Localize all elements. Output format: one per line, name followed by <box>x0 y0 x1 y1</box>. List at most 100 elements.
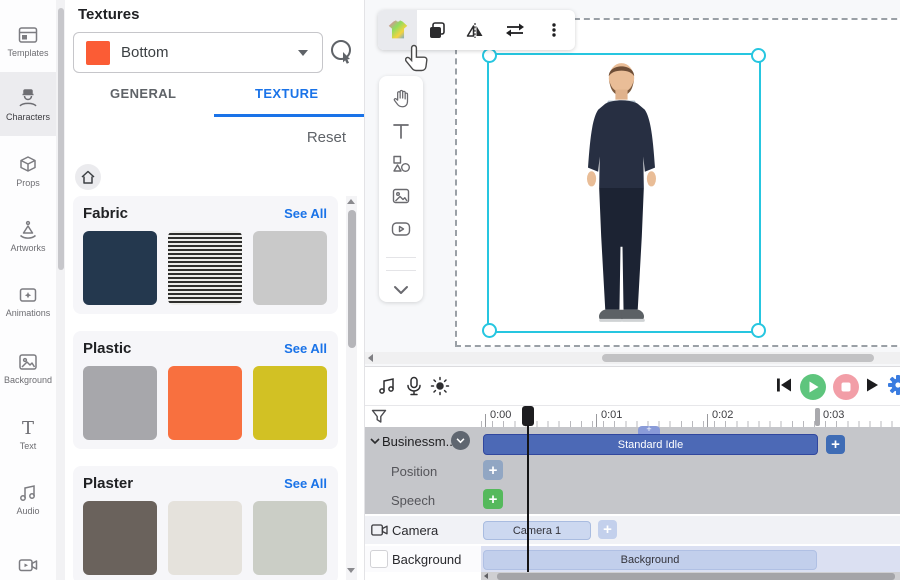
background-track: Background Background <box>365 546 900 572</box>
canvas-tools <box>379 76 423 302</box>
scroll-up-icon[interactable] <box>347 199 355 204</box>
selection-handle-tl[interactable] <box>482 48 497 63</box>
camera-bar[interactable]: Camera 1 <box>483 521 591 540</box>
selection-handle-bl[interactable] <box>482 323 497 338</box>
tab-texture[interactable]: TEXTURE <box>255 86 318 101</box>
filter-funnel-icon[interactable] <box>371 409 387 429</box>
see-all-link[interactable]: See All <box>284 341 327 356</box>
pan-tool-button[interactable] <box>379 82 423 115</box>
sidebar-item-video[interactable] <box>0 534 56 580</box>
texture-swatch-plaster-white[interactable] <box>168 501 242 575</box>
swap-button[interactable] <box>495 10 534 50</box>
add-position-button[interactable]: + <box>483 460 503 480</box>
track-label-background[interactable]: Background <box>392 552 461 567</box>
home-button[interactable] <box>75 164 101 190</box>
brightness-button[interactable] <box>428 374 452 398</box>
textures-panel: Textures Bottom GENERAL TEXTURE Reset Fa… <box>65 0 364 580</box>
project-end-marker[interactable] <box>815 408 820 426</box>
ruler-label: 0:00 <box>490 409 511 421</box>
chevron-down-icon[interactable] <box>370 438 380 445</box>
reset-button[interactable]: Reset <box>307 129 346 146</box>
see-all-link[interactable]: See All <box>284 206 327 221</box>
video-icon <box>17 554 39 576</box>
add-speech-button[interactable]: + <box>483 489 503 509</box>
play-icon <box>808 381 819 393</box>
layers-icon <box>426 19 448 41</box>
image-tool-button[interactable] <box>379 180 423 213</box>
text-tool-button[interactable] <box>379 115 423 148</box>
timeline-hscrollbar-thumb[interactable] <box>497 573 895 580</box>
ruler-label: 0:01 <box>601 409 622 421</box>
selection-handle-br[interactable] <box>751 323 766 338</box>
shapes-tool-button[interactable] <box>379 147 423 180</box>
character-badge[interactable] <box>451 431 470 450</box>
image-icon <box>391 186 411 206</box>
render-settings-button[interactable] <box>887 374 900 401</box>
sidebar-item-background[interactable]: Background <box>0 337 56 399</box>
texture-swatch-fabric-gray[interactable] <box>253 231 327 305</box>
selection-handle-tr[interactable] <box>751 48 766 63</box>
tools-collapse-button[interactable] <box>379 277 423 302</box>
texture-swatch-fabric-navy[interactable] <box>83 231 157 305</box>
sidebar-item-audio[interactable]: Audio <box>0 468 56 530</box>
camera-track: Camera Camera 1 + <box>365 516 900 544</box>
sidebar-scrollbar-thumb[interactable] <box>58 8 64 270</box>
part-dropdown[interactable]: Bottom <box>73 32 323 73</box>
texture-swatch-plaster-dark[interactable] <box>83 501 157 575</box>
texture-swatch-plastic-orange[interactable] <box>168 366 242 440</box>
section-name: Plastic <box>83 340 131 357</box>
shapes-icon <box>391 154 411 174</box>
music-button[interactable] <box>375 374 399 398</box>
playhead-handle[interactable] <box>522 406 534 426</box>
timeline-ruler[interactable]: 0:00 0:01 0:02 0:03 <box>365 405 900 429</box>
texture-swatch-fabric-stripe[interactable] <box>168 231 242 305</box>
record-voice-button[interactable] <box>402 374 426 398</box>
track-label-position[interactable]: Position <box>391 464 437 479</box>
tab-general[interactable]: GENERAL <box>110 86 176 101</box>
section-fabric: Fabric See All <box>73 196 338 314</box>
music-icon <box>376 375 398 397</box>
home-icon <box>80 169 96 185</box>
target-pick-icon[interactable] <box>327 37 357 72</box>
background-color-swatch[interactable] <box>370 550 388 568</box>
sidebar-item-text[interactable]: T Text <box>0 403 56 465</box>
scroll-left-icon[interactable] <box>484 573 488 579</box>
texture-swatch-plastic-yellow[interactable] <box>253 366 327 440</box>
video-tool-button[interactable] <box>379 213 423 246</box>
sidebar-item-props[interactable]: Props <box>0 140 56 202</box>
texture-swatch-plaster-sage[interactable] <box>253 501 327 575</box>
play-button[interactable] <box>800 374 826 400</box>
skip-start-icon <box>775 377 793 393</box>
sidebar-item-templates[interactable]: Templates <box>0 10 56 72</box>
scroll-left-icon[interactable] <box>368 354 373 362</box>
track-label-speech[interactable]: Speech <box>391 493 435 508</box>
sidebar-item-characters[interactable]: Characters <box>0 72 56 136</box>
flip-icon <box>465 19 487 41</box>
stop-icon <box>841 382 851 392</box>
panel-scrollbar-thumb[interactable] <box>348 210 356 348</box>
flip-button[interactable] <box>456 10 495 50</box>
animation-bar[interactable]: Standard Idle <box>483 434 818 455</box>
add-animation-button[interactable]: + <box>826 435 845 454</box>
sidebar-item-animations[interactable]: Animations <box>0 270 56 332</box>
canvas-hscrollbar-thumb[interactable] <box>602 354 874 362</box>
skip-end-button[interactable] <box>866 377 880 398</box>
sidebar-item-artworks[interactable]: Artworks <box>0 205 56 267</box>
track-label-businessman[interactable]: Businessm... <box>382 434 456 449</box>
add-camera-button[interactable]: + <box>598 520 617 539</box>
sidebar-item-label: Templates <box>7 49 48 58</box>
playhead-line[interactable] <box>527 425 529 572</box>
background-bar[interactable]: Background <box>483 550 817 570</box>
settings-gear-icon <box>887 374 900 396</box>
add-segment-tab[interactable]: + <box>638 426 660 434</box>
see-all-link[interactable]: See All <box>284 476 327 491</box>
texture-tshirt-icon <box>385 17 411 43</box>
texture-swatch-plastic-gray[interactable] <box>83 366 157 440</box>
stop-button[interactable] <box>833 374 859 400</box>
more-options-button[interactable] <box>534 10 573 50</box>
brightness-icon <box>429 375 451 397</box>
skip-start-button[interactable] <box>775 377 793 398</box>
scroll-down-icon[interactable] <box>347 568 355 573</box>
track-label-camera[interactable]: Camera <box>392 523 438 538</box>
selection-box[interactable] <box>487 53 761 333</box>
